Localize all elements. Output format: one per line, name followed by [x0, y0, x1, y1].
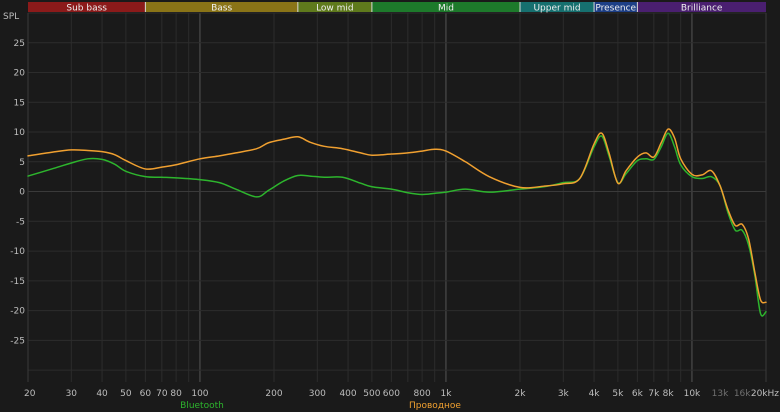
- band-label-3: Mid: [438, 4, 454, 14]
- x-tick-5: 70: [156, 389, 168, 399]
- x-tick-25: 20kHz: [751, 389, 779, 399]
- band-label-1: Bass: [211, 4, 232, 14]
- y-tick-2: 15: [14, 98, 25, 108]
- band-label-6: Brilliance: [681, 4, 723, 14]
- x-tick-22: 10k: [684, 389, 701, 399]
- x-tick-10: 400: [339, 389, 356, 399]
- frequency-response-chart: Sub bass Bass Low mid Mid Upper mid Presence B…: [0, 0, 780, 412]
- y-tick-9: -20: [10, 307, 25, 317]
- x-tick-15: 2k: [515, 389, 527, 399]
- x-tick-8: 200: [265, 389, 282, 399]
- y-tick-3: 10: [14, 128, 26, 138]
- y-tick-8: -15: [10, 277, 25, 287]
- x-tick-18: 5k: [612, 389, 624, 399]
- y-tick-1: 20: [14, 69, 26, 79]
- y-axis-label: SPL: [3, 12, 19, 22]
- y-tick-5: 0: [19, 188, 25, 198]
- y-tick-7: -10: [10, 247, 25, 257]
- chart-background: [0, 0, 780, 412]
- band-label-5: Presence: [595, 4, 636, 14]
- x-tick-20: 7k: [648, 389, 660, 399]
- x-tick-6: 80: [170, 389, 182, 399]
- x-tick-14: 1k: [440, 389, 452, 399]
- x-tick-11: 500: [363, 389, 380, 399]
- frequency-bands: Sub bass Bass Low mid Mid Upper mid Presence B…: [28, 2, 766, 14]
- x-tick-9: 300: [309, 389, 326, 399]
- y-tick-0: 25: [14, 39, 25, 49]
- x-tick-21: 8k: [663, 389, 675, 399]
- x-tick-12: 600: [383, 389, 400, 399]
- y-tick-6: -5: [16, 217, 25, 227]
- x-tick-24: 16k: [734, 389, 751, 399]
- x-tick-1: 30: [66, 389, 78, 399]
- y-tick-10: -25: [10, 336, 25, 346]
- x-tick-13: 800: [414, 389, 431, 399]
- band-label-0: Sub bass: [66, 4, 107, 14]
- legend-entry-0: Bluetooth: [180, 401, 224, 411]
- band-label-4: Upper mid: [533, 4, 580, 14]
- x-tick-23: 13k: [712, 389, 729, 399]
- x-tick-19: 6k: [632, 389, 644, 399]
- x-tick-2: 40: [96, 389, 108, 399]
- y-tick-4: 5: [19, 158, 25, 168]
- legend-entry-1: Проводное: [409, 401, 461, 411]
- band-label-2: Low mid: [316, 4, 354, 14]
- x-tick-4: 60: [140, 389, 152, 399]
- x-tick-16: 3k: [558, 389, 570, 399]
- x-tick-17: 4k: [589, 389, 601, 399]
- x-tick-7: 100: [191, 389, 208, 399]
- x-tick-0: 20: [24, 389, 36, 399]
- x-tick-3: 50: [120, 389, 132, 399]
